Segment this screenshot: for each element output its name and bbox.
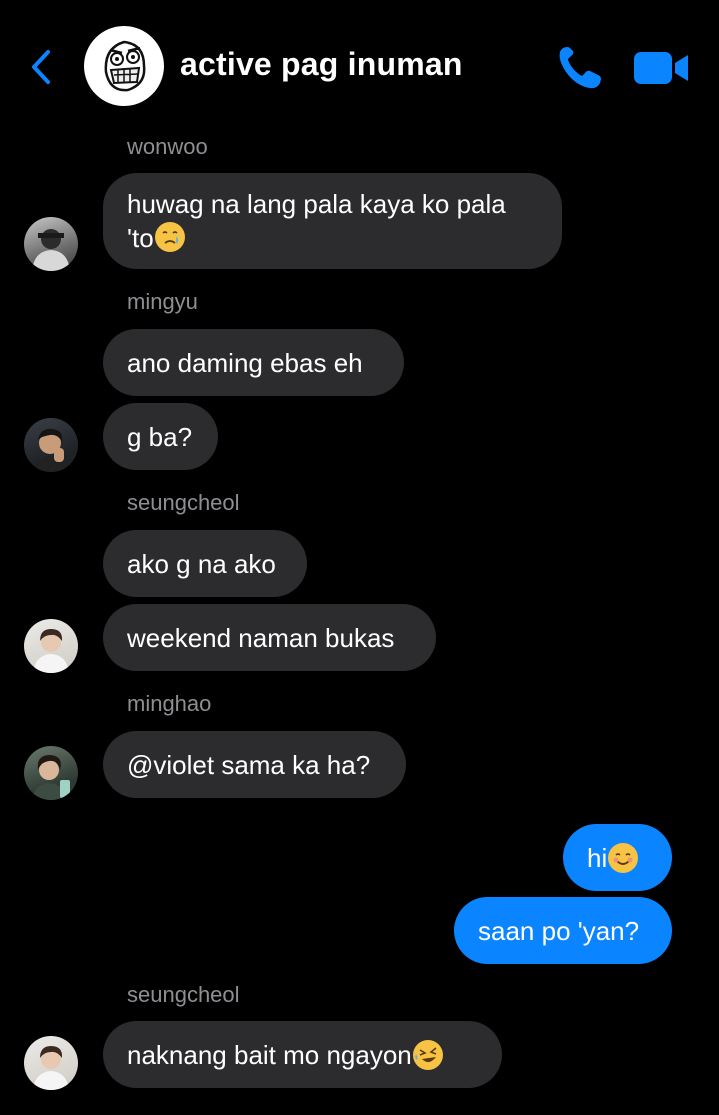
sender-name: minghao: [127, 691, 212, 716]
avatar[interactable]: [24, 619, 78, 673]
message-text: huwag na lang pala kaya ko pala: [127, 189, 506, 219]
sender-name: seungcheol: [127, 490, 240, 515]
phone-icon: [559, 47, 601, 89]
sender-name: mingyu: [127, 289, 198, 314]
message-text: @violet sama ka ha?: [127, 749, 371, 780]
call-button[interactable]: [556, 44, 604, 90]
avatar[interactable]: [24, 1036, 78, 1090]
message-bubble[interactable]: ano daming ebas eh: [103, 329, 404, 396]
person-photo-icon: [33, 1046, 69, 1090]
sender-name: seungcheol: [127, 982, 240, 1007]
message-bubble[interactable]: @violet sama ka ha?: [103, 731, 406, 798]
person-photo-icon: [32, 229, 70, 271]
crying-face-emoji-icon: [154, 222, 185, 252]
message-text: weekend naman bukas: [127, 622, 395, 653]
group-avatar[interactable]: [84, 26, 164, 106]
message-text: hi: [587, 842, 608, 873]
video-camera-icon: [634, 52, 688, 84]
avatar[interactable]: [24, 217, 78, 271]
message-bubble-outgoing[interactable]: saan po 'yan?: [454, 897, 672, 964]
message-text: saan po 'yan?: [478, 915, 640, 946]
chat-title: active pag inuman: [180, 46, 463, 82]
sender-name: wonwoo: [127, 134, 208, 159]
message-bubble[interactable]: ako g na ako: [103, 530, 307, 597]
avatar[interactable]: [24, 746, 78, 800]
message-bubble[interactable]: huwag na lang pala kaya ko pala 'to: [103, 173, 562, 269]
message-bubble[interactable]: naknang bait mo ngayon: [103, 1021, 502, 1088]
message-text: 'to: [127, 223, 154, 253]
message-text: g ba?: [127, 421, 193, 452]
chevron-left-icon: [32, 50, 50, 84]
person-photo-icon: [32, 755, 70, 800]
smiling-face-emoji-icon: [608, 842, 639, 873]
message-text: naknang bait mo ngayon: [127, 1039, 412, 1070]
message-text: ako g na ako: [127, 548, 276, 579]
person-photo-icon: [34, 428, 68, 472]
message-bubble[interactable]: weekend naman bukas: [103, 604, 436, 671]
rolling-laughing-emoji-icon: [412, 1039, 443, 1070]
rage-face-icon: [85, 27, 163, 105]
person-photo-icon: [33, 629, 69, 673]
message-bubble[interactable]: g ba?: [103, 403, 218, 470]
message-text: ano daming ebas eh: [127, 347, 363, 378]
message-bubble-outgoing[interactable]: hi: [563, 824, 672, 891]
back-button[interactable]: [26, 46, 62, 88]
avatar[interactable]: [24, 418, 78, 472]
video-call-button[interactable]: [632, 50, 690, 86]
